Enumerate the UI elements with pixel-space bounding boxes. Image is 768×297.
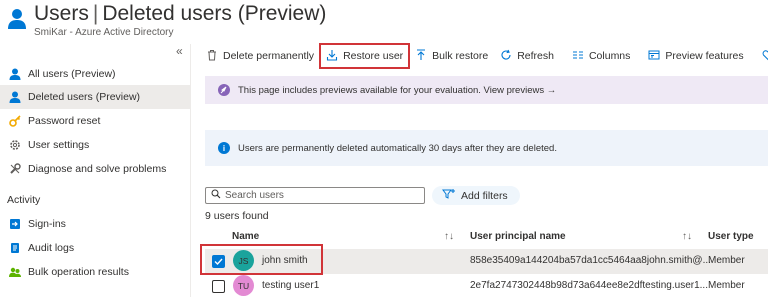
user-type: Member <box>708 255 745 266</box>
preview-banner-text: This page includes previews available fo… <box>238 84 557 96</box>
feedback-button[interactable] <box>756 44 768 68</box>
preview-features-button[interactable]: Preview features <box>642 44 749 68</box>
refresh-button[interactable]: Refresh <box>494 44 560 68</box>
add-filters-label: Add filters <box>461 189 508 202</box>
sidebar-item-all-users[interactable]: All users (Preview) <box>0 62 190 86</box>
preview-features-icon <box>648 49 665 64</box>
sort-name-icon[interactable]: ↑↓ <box>444 231 454 242</box>
sort-upn-icon[interactable]: ↑↓ <box>682 231 692 242</box>
refresh-icon <box>500 49 517 64</box>
row-checkbox[interactable] <box>212 280 225 293</box>
user-type: Member <box>708 280 745 291</box>
preview-banner[interactable]: This page includes previews available fo… <box>205 76 768 104</box>
restore-icon <box>326 49 343 64</box>
user-principal-name: 2e7fa2747302448b98d73a644ee8e2dftesting.… <box>470 280 708 291</box>
gear-icon <box>8 138 22 152</box>
avatar: TU <box>233 275 254 296</box>
trash-icon <box>206 49 223 64</box>
sidebar-item-audit-logs[interactable]: Audit logs <box>0 236 190 260</box>
page-header: Users | Deleted users (Preview) SmiKar - A… <box>0 0 768 40</box>
preview-features-label: Preview features <box>665 50 744 62</box>
refresh-label: Refresh <box>517 50 554 62</box>
delete-permanently-button[interactable]: Delete permanently <box>200 44 320 68</box>
info-icon: i <box>218 142 230 154</box>
sidebar-item-diagnose[interactable]: Diagnose and solve problems <box>0 157 190 181</box>
add-filter-icon <box>442 188 461 203</box>
sidebar: « All users (Preview) Deleted users (Pre… <box>0 44 191 297</box>
sidebar-item-password-reset[interactable]: Password reset <box>0 109 190 133</box>
selection-highlight <box>200 244 323 275</box>
column-header-upn[interactable]: User principal name <box>470 231 566 242</box>
page-title: Users | Deleted users (Preview) <box>34 2 326 26</box>
restore-user-button[interactable]: Restore user <box>319 43 411 69</box>
heart-icon <box>762 49 768 64</box>
columns-label: Columns <box>588 50 631 62</box>
sidebar-item-label: Sign-ins <box>28 218 66 230</box>
delete-permanently-label: Delete permanently <box>223 50 315 62</box>
users-icon <box>7 8 27 30</box>
sidebar-item-label: Audit logs <box>28 242 75 254</box>
search-input[interactable]: Search users <box>205 187 425 204</box>
column-header-name[interactable]: Name <box>232 231 259 242</box>
log-icon <box>8 241 22 255</box>
people-icon <box>8 265 22 279</box>
title-separator: | <box>92 2 99 25</box>
columns-button[interactable]: Columns <box>566 44 636 68</box>
result-count: 9 users found <box>205 210 269 222</box>
directory-name: SmiKar - Azure Active Directory <box>34 27 174 38</box>
page-title-main: Users <box>34 2 89 25</box>
sidebar-item-label: All users (Preview) <box>28 68 116 80</box>
sidebar-item-label: Deleted users (Preview) <box>28 91 141 103</box>
rocket-icon <box>218 84 230 96</box>
user-icon <box>8 67 22 81</box>
sidebar-item-label: Diagnose and solve problems <box>28 163 167 175</box>
sidebar-item-label: Bulk operation results <box>28 266 129 278</box>
sidebar-item-deleted-users[interactable]: Deleted users (Preview) <box>0 85 190 109</box>
column-header-user-type[interactable]: User type <box>708 231 754 242</box>
section-label-activity: Activity <box>7 194 41 206</box>
key-icon <box>8 114 22 128</box>
sidebar-item-label: Password reset <box>28 115 101 127</box>
user-icon <box>8 90 22 104</box>
info-banner-text: Users are permanently deleted automatica… <box>238 142 557 154</box>
columns-icon <box>572 49 589 64</box>
table-row[interactable]: TU testing user1 2e7fa2747302448b98d73a6… <box>205 274 768 297</box>
sidebar-item-label: User settings <box>28 139 90 151</box>
info-banner: i Users are permanently deleted automati… <box>205 130 768 166</box>
collapse-sidebar-icon[interactable]: « <box>176 44 183 58</box>
sidebar-item-sign-ins[interactable]: Sign-ins <box>0 212 190 236</box>
page-title-sub: Deleted users (Preview) <box>102 2 327 25</box>
command-bar: Delete permanently Restore user Bulk res… <box>200 42 768 70</box>
bulk-restore-label: Bulk restore <box>432 50 489 62</box>
user-principal-name: 858e35409a144204ba57da1cc5464aa8john.smi… <box>470 255 711 266</box>
search-placeholder: Search users <box>225 190 284 201</box>
sidebar-item-user-settings[interactable]: User settings <box>0 133 190 157</box>
search-icon <box>206 189 225 202</box>
signin-icon <box>8 217 22 231</box>
user-name[interactable]: testing user1 <box>262 280 319 291</box>
upload-icon <box>415 48 432 64</box>
add-filters-button[interactable]: Add filters <box>432 186 520 205</box>
sidebar-item-bulk-results[interactable]: Bulk operation results <box>0 260 190 284</box>
bulk-restore-button[interactable]: Bulk restore <box>409 44 494 68</box>
restore-user-label: Restore user <box>343 50 404 62</box>
wrench-icon <box>8 162 22 176</box>
